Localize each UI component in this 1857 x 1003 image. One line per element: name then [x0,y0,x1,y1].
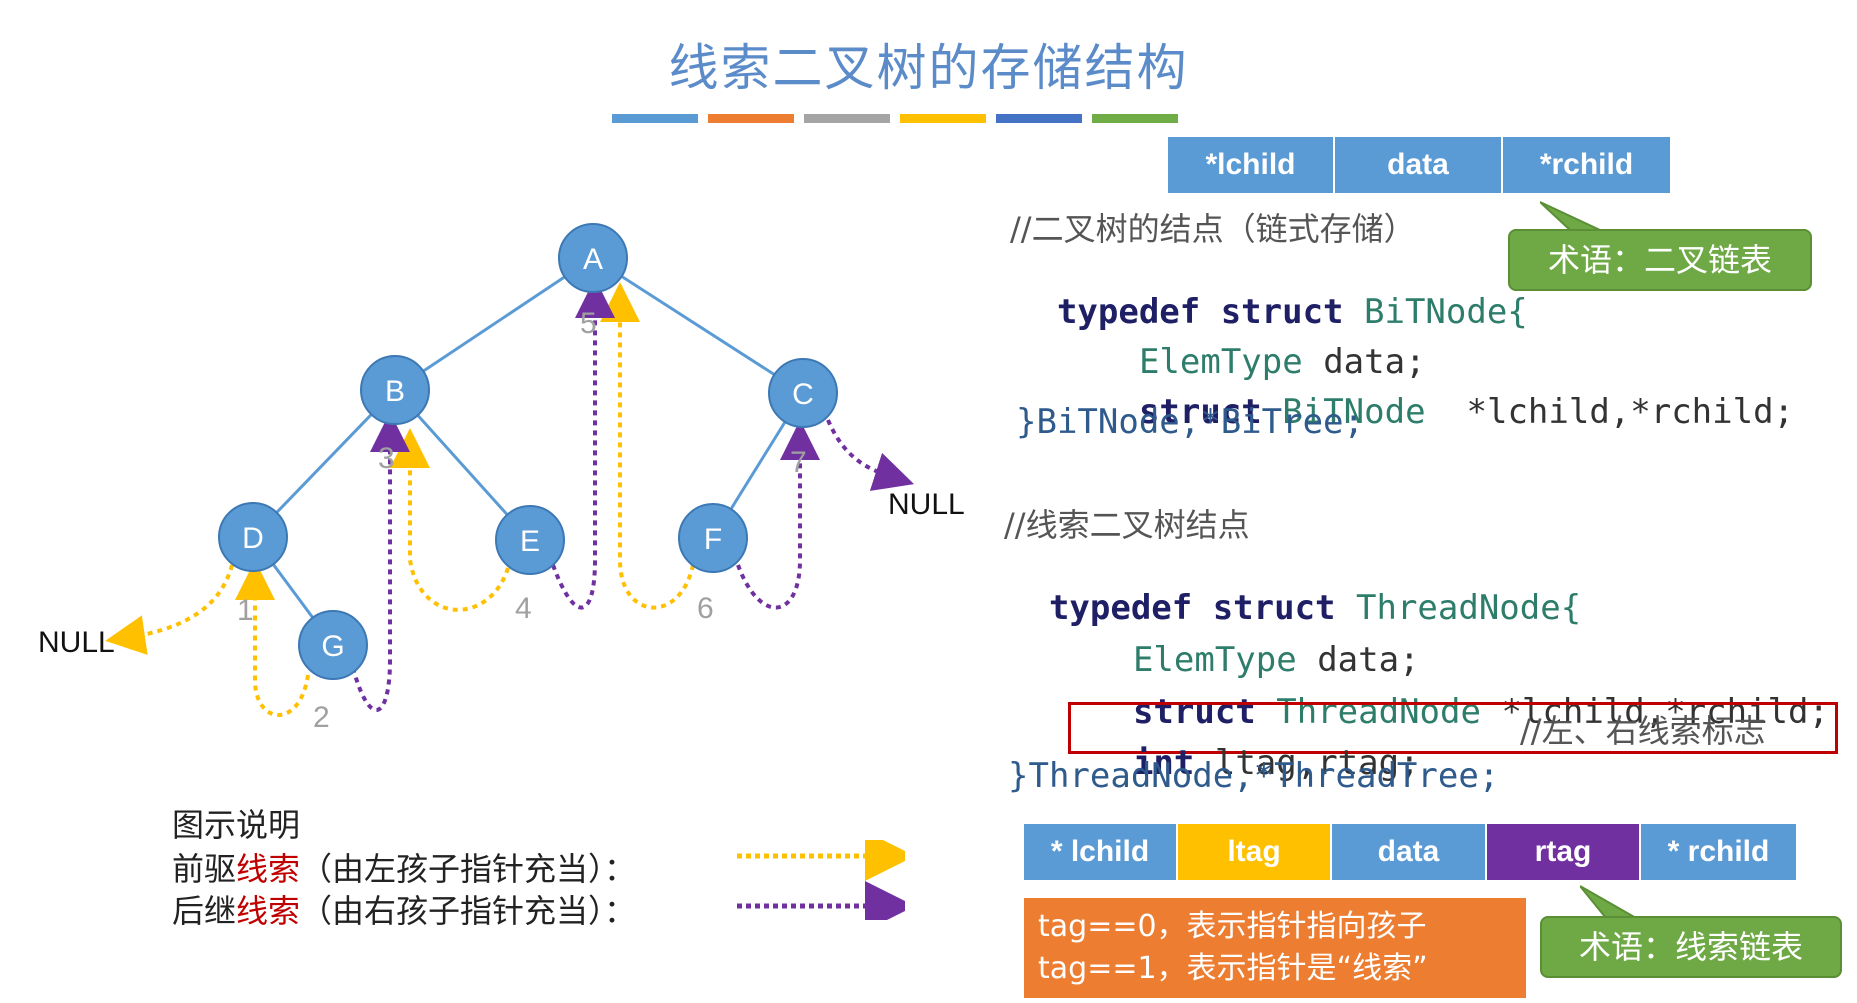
order-number-6: 6 [697,592,714,625]
order-number-2: 2 [313,701,330,734]
legend-succ-red: 线索 [236,892,301,930]
order-number-1: 1 [237,594,254,627]
legend-pred-red: 线索 [236,850,301,888]
tag-note-line1: tag==0，表示指针指向孩子 [1038,909,1427,944]
tree-node-label-f: F [704,523,722,556]
pred-thread-f-a [600,282,695,610]
code1-comment: //二叉树的结点（链式存储） [1010,210,1416,248]
callout-threaded-linked-list: 术语：线索链表 [1540,916,1842,978]
succ-thread-e-a [551,278,615,610]
bitnode-structure: *lchild data *rchild [1168,137,1670,193]
legend-arrows [737,840,905,920]
pred-thread-e-b [390,428,510,612]
edge-a-c [592,256,804,395]
threadnode-field-data: data [1332,824,1487,880]
tree-node-label-a: A [583,243,603,276]
bitnode-field-data: data [1335,137,1503,193]
title-bar-5 [996,114,1082,123]
tag-note: tag==0，表示指针指向孩子 tag==1，表示指针是“线索” [1024,898,1526,998]
title-bar-6 [1092,114,1178,123]
threadnode-structure: * lchild ltag data rtag * rchild [1024,824,1796,880]
tree-node-label-c: C [792,378,814,411]
code2-line5: }ThreadNode,*ThreadTree; [1008,756,1500,796]
order-number-4: 4 [515,592,532,625]
null-label-right: NULL [888,488,965,521]
order-number-3: 3 [378,442,395,475]
threadnode-field-lchild: * lchild [1024,824,1178,880]
legend-heading: 图示说明 [172,806,301,844]
tag-note-line2: tag==1，表示指针是“线索” [1038,951,1428,986]
code1-line4: }BiTNode,*BiTree; [1016,402,1364,442]
threadnode-field-rtag: rtag [1487,824,1641,880]
tree-node-label-d: D [242,522,264,555]
succ-thread-c-null [826,419,915,491]
code1-line3-rest: *lchild,*rchild; [1466,392,1795,432]
legend-predecessor: 前驱线索（由左孩子指针充当）： [172,844,636,890]
legend-pred-prefix: 前驱 [172,850,237,888]
legend-succ-prefix: 后继 [172,892,237,930]
tree-node-label-e: E [520,525,540,558]
edge-a-b [394,256,594,392]
pred-thread-d-null [105,564,234,655]
callout-binary-linked-list: 术语：二叉链表 [1508,229,1812,291]
threadnode-field-ltag: ltag [1178,824,1332,880]
threadnode-field-rchild: * rchild [1641,824,1796,880]
tree-node-label-g: G [321,630,344,663]
order-number-5: 5 [580,307,597,340]
order-number-7: 7 [790,446,807,479]
threaded-tree-diagram: 1 2 3 4 5 6 7 NULL NULL A B C D E F G [38,223,965,734]
tree-node-label-b: B [385,375,405,408]
legend-successor: 后继线索（由右孩子指针充当）： [172,886,636,932]
code2-comment: //线索二叉树结点 [1004,506,1250,544]
legend-succ-suffix: （由右孩子指针充当）： [300,892,637,930]
legend-pred-suffix: （由左孩子指针充当）： [300,850,637,888]
bitnode-field-lchild: *lchild [1168,137,1335,193]
bitnode-field-rchild: *rchild [1503,137,1670,193]
null-label-left: NULL [38,626,115,659]
code2-line4-comment: //左、右线索标志 [1520,712,1766,750]
tree-edges [251,256,805,646]
